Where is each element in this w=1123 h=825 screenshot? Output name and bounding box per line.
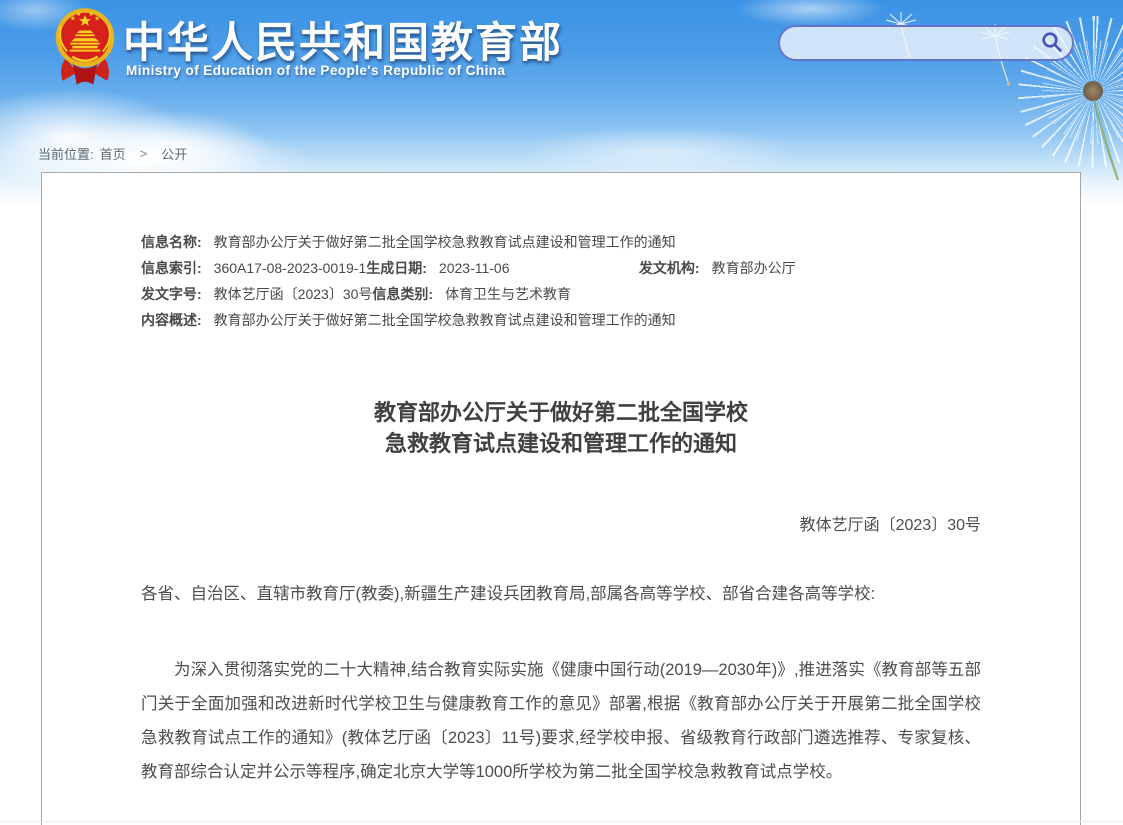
breadcrumb: 当前位置: 首页 > 公开	[38, 144, 187, 163]
meta-value-index: 360A17-08-2023-0019-1	[214, 255, 367, 281]
search-icon	[1040, 30, 1064, 54]
meta-row-number: 发文字号: 教体艺厅函〔2023〕30号 信息类别: 体育卫生与艺术教育	[141, 281, 981, 307]
brand-home-link[interactable]: 中华人民共和国教育部 Ministry of Education of the …	[53, 7, 573, 91]
page-root: 中华人民共和国教育部 Ministry of Education of the …	[0, 0, 1123, 825]
document-title-line1: 教育部办公厅关于做好第二批全国学校	[141, 397, 981, 428]
bottom-divider	[0, 821, 1123, 822]
site-subtitle: Ministry of Education of the People's Re…	[126, 63, 505, 78]
meta-label-name: 信息名称:	[141, 229, 202, 255]
search-button[interactable]	[1037, 30, 1067, 56]
meta-value-number: 教体艺厅函〔2023〕30号	[214, 281, 373, 307]
meta-value-date: 2023-11-06	[439, 255, 639, 281]
national-emblem-icon	[53, 7, 117, 91]
meta-label-date: 生成日期:	[366, 255, 427, 281]
cloud-decoration	[520, 126, 800, 178]
breadcrumb-separator: >	[140, 146, 148, 161]
breadcrumb-link-open[interactable]: 公开	[161, 144, 187, 163]
meta-value-agency: 教育部办公厅	[712, 255, 796, 281]
site-title: 中华人民共和国教育部	[123, 9, 563, 70]
cloud-decoration	[735, 0, 885, 26]
breadcrumb-prefix: 当前位置:	[38, 144, 94, 163]
document-card: 信息名称: 教育部办公厅关于做好第二批全国学校急救教育试点建设和管理工作的通知 …	[41, 172, 1081, 825]
dandelion-stem-icon	[1086, 96, 1123, 184]
search-box	[778, 25, 1074, 61]
meta-value-name: 教育部办公厅关于做好第二批全国学校急救教育试点建设和管理工作的通知	[214, 229, 676, 255]
document-number: 教体艺厅函〔2023〕30号	[141, 511, 981, 535]
meta-label-summary: 内容概述:	[141, 307, 202, 333]
document-salutation: 各省、自治区、直辖市教育厅(教委),新疆生产建设兵团教育局,部属各高等学校、部省…	[141, 581, 981, 607]
meta-label-index: 信息索引:	[141, 255, 202, 281]
meta-row-name: 信息名称: 教育部办公厅关于做好第二批全国学校急救教育试点建设和管理工作的通知	[141, 229, 981, 255]
meta-label-number: 发文字号:	[141, 281, 202, 307]
meta-label-category: 信息类别:	[372, 281, 433, 307]
document-title-line2: 急救教育试点建设和管理工作的通知	[141, 428, 981, 459]
document-paragraph: 为深入贯彻落实党的二十大精神,结合教育实际实施《健康中国行动(2019—2030…	[141, 653, 981, 789]
meta-value-summary: 教育部办公厅关于做好第二批全国学校急救教育试点建设和管理工作的通知	[214, 307, 676, 333]
meta-row-index: 信息索引: 360A17-08-2023-0019-1 生成日期: 2023-1…	[141, 255, 981, 281]
meta-row-summary: 内容概述: 教育部办公厅关于做好第二批全国学校急救教育试点建设和管理工作的通知	[141, 307, 981, 333]
search-input[interactable]	[794, 30, 1026, 58]
meta-label-agency: 发文机构:	[639, 255, 700, 281]
meta-value-category: 体育卫生与艺术教育	[445, 281, 571, 307]
document-meta: 信息名称: 教育部办公厅关于做好第二批全国学校急救教育试点建设和管理工作的通知 …	[141, 229, 981, 333]
breadcrumb-link-home[interactable]: 首页	[100, 144, 126, 163]
document-title: 教育部办公厅关于做好第二批全国学校 急救教育试点建设和管理工作的通知	[141, 397, 981, 459]
